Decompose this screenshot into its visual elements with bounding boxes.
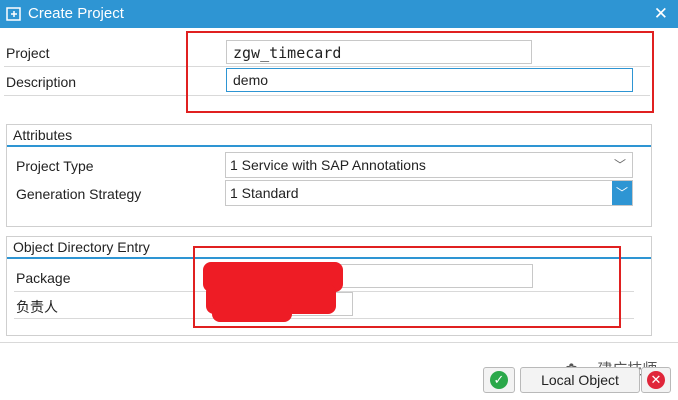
- generation-strategy-label: Generation Strategy: [16, 186, 142, 202]
- description-label: Description: [6, 74, 77, 90]
- owner-label: 负责人: [16, 299, 58, 315]
- create-project-icon: [6, 7, 21, 21]
- ok-button[interactable]: ✓: [483, 367, 515, 393]
- object-directory-title: Object Directory Entry: [13, 239, 150, 255]
- project-label: Project: [6, 45, 50, 61]
- generation-strategy-value: 1 Standard: [230, 185, 299, 201]
- generation-strategy-select[interactable]: 1 Standard ﹀: [225, 180, 633, 206]
- project-type-label: Project Type: [16, 158, 94, 174]
- local-object-button[interactable]: Local Object: [520, 367, 640, 393]
- project-type-value: 1 Service with SAP Annotations: [230, 157, 426, 173]
- chevron-down-icon[interactable]: ﹀: [612, 181, 632, 205]
- annotation-highlight-box: [186, 31, 654, 113]
- group-underline: [7, 145, 651, 147]
- close-icon[interactable]: ✕: [654, 4, 668, 24]
- cancel-icon: ✕: [647, 371, 665, 389]
- checkmark-icon: ✓: [490, 371, 508, 389]
- attributes-title: Attributes: [13, 127, 73, 143]
- cancel-button[interactable]: ✕: [641, 367, 671, 393]
- dialog-title: Create Project: [28, 5, 124, 22]
- project-type-select[interactable]: 1 Service with SAP Annotations ﹀: [225, 152, 633, 178]
- package-label: Package: [16, 270, 71, 286]
- divider: [0, 342, 678, 343]
- chevron-down-icon[interactable]: ﹀: [614, 156, 626, 173]
- dialog-title-bar: Create Project ✕: [0, 0, 678, 28]
